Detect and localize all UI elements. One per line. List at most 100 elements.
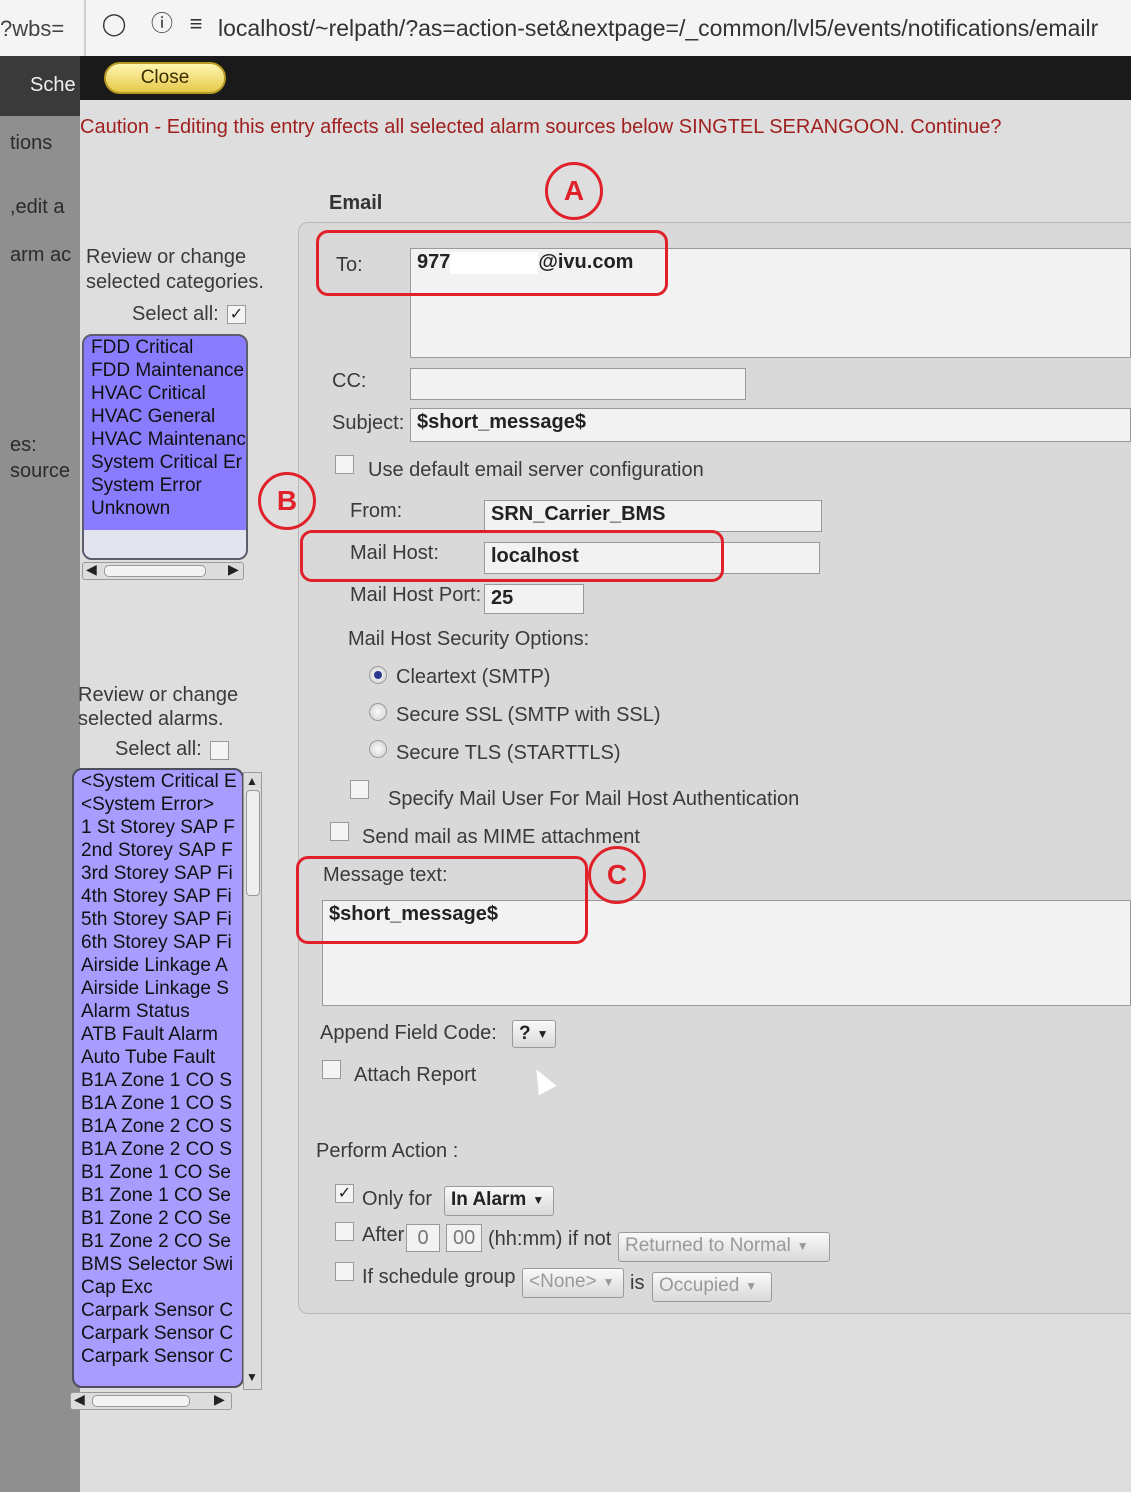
specify-mail-user-label: Specify Mail User For Mail Host Authenti… xyxy=(388,788,800,810)
category-list-item[interactable]: HVAC General xyxy=(84,405,246,428)
close-button[interactable]: Close xyxy=(104,62,226,94)
alarm-list-item[interactable]: 2nd Storey SAP F xyxy=(74,839,242,862)
alarm-list-item[interactable]: BMS Selector Swi xyxy=(74,1253,242,1276)
mail-host-port-field[interactable]: 25 xyxy=(484,584,584,614)
alarm-list-item[interactable]: B1A Zone 1 CO S xyxy=(74,1092,242,1115)
occupancy-dropdown[interactable]: Occupied ▼ xyxy=(652,1272,772,1302)
only-for-dropdown[interactable]: In Alarm ▼ xyxy=(444,1186,554,1216)
sidebar-edit-label: ,edit a xyxy=(10,196,65,218)
alarm-list-item[interactable]: B1A Zone 2 CO S xyxy=(74,1115,242,1138)
schedule-group-value: <None> xyxy=(529,1271,597,1292)
subject-field[interactable]: $short_message$ xyxy=(410,408,1131,442)
alarm-list-item[interactable]: <System Critical E xyxy=(74,770,242,793)
specify-mail-user-checkbox[interactable] xyxy=(350,780,369,799)
perform-action-label: Perform Action : xyxy=(316,1140,459,1162)
mail-host-field[interactable]: localhost xyxy=(484,542,820,574)
category-list-item[interactable]: System Error xyxy=(84,474,246,497)
address-bar[interactable]: localhost/~relpath/?as=action-set&nextpa… xyxy=(218,10,1131,46)
alarm-list-item[interactable]: Airside Linkage A xyxy=(74,954,242,977)
sidebar-es-label: es: xyxy=(10,434,37,456)
alarms-list[interactable]: <System Critical E <System Error> 1 St Sto… xyxy=(72,768,244,1388)
radio-cleartext[interactable] xyxy=(369,666,387,684)
scroll-down-arrow-icon[interactable]: ▼ xyxy=(246,1370,258,1384)
email-section-title: Email xyxy=(329,192,383,214)
scroll-up-arrow-icon[interactable]: ▲ xyxy=(246,774,258,788)
alarm-list-item[interactable]: ATB Fault Alarm xyxy=(74,1023,242,1046)
alarm-list-item[interactable]: B1 Zone 1 CO Se xyxy=(74,1161,242,1184)
alarm-list-item[interactable]: <System Error> xyxy=(74,793,242,816)
category-list-item[interactable]: HVAC Critical xyxy=(84,382,246,405)
categories-list[interactable]: FDD Critical FDD Maintenance HVAC Critical… xyxy=(82,334,248,560)
category-list-item[interactable]: HVAC Maintenance xyxy=(84,428,246,451)
alarms-title-line2: selected alarms. xyxy=(78,708,224,730)
alarm-list-item[interactable]: Cap Exc xyxy=(74,1276,242,1299)
category-list-item[interactable]: System Critical Er xyxy=(84,451,246,474)
append-field-code-dropdown[interactable]: ? ▼ xyxy=(512,1020,556,1048)
after-checkbox[interactable] xyxy=(335,1222,354,1241)
category-list-item[interactable]: FDD Maintenance xyxy=(84,359,246,382)
alarm-list-item[interactable]: 5th Storey SAP Fi xyxy=(74,908,242,931)
alarm-list-item[interactable]: 4th Storey SAP Fi xyxy=(74,885,242,908)
after-minutes-field[interactable]: 00 xyxy=(446,1224,482,1252)
only-for-checkbox[interactable]: ✓ xyxy=(335,1184,354,1203)
redacted-block xyxy=(450,251,539,274)
alarm-list-item[interactable]: Auto Tube Fault xyxy=(74,1046,242,1069)
radio-secure-ssl[interactable] xyxy=(369,703,387,721)
chevron-down-icon: ▼ xyxy=(745,1278,758,1293)
info-icon[interactable]: ⓘ xyxy=(148,10,176,38)
cc-field[interactable] xyxy=(410,368,746,400)
dialog-header-bar xyxy=(80,56,1131,100)
categories-title-line1: Review or change xyxy=(86,246,247,268)
alarms-title-line1: Review or change xyxy=(78,684,239,706)
alarm-list-item[interactable]: Airside Linkage S xyxy=(74,977,242,1000)
alarms-hscroll-thumb[interactable] xyxy=(92,1395,190,1407)
mime-attachment-checkbox[interactable] xyxy=(330,822,349,841)
return-condition-dropdown[interactable]: Returned to Normal ▼ xyxy=(618,1232,830,1262)
chevron-down-icon: ▼ xyxy=(532,1192,545,1207)
use-default-server-checkbox[interactable] xyxy=(335,455,354,474)
alarm-list-item[interactable]: Carpark Sensor C xyxy=(74,1322,242,1345)
occupancy-value: Occupied xyxy=(659,1275,740,1296)
sidebar-source-label: source xyxy=(10,460,71,482)
categories-scroll-thumb[interactable] xyxy=(104,565,206,577)
alarm-list-item[interactable]: B1 Zone 2 CO Se xyxy=(74,1207,242,1230)
alarm-list-item[interactable]: Alarm Status xyxy=(74,1000,242,1023)
message-text-area[interactable]: $short_message$ xyxy=(322,900,1131,1006)
categories-select-all-checkbox[interactable]: ✓ xyxy=(227,305,246,324)
alarm-list-item[interactable]: B1 Zone 1 CO Se xyxy=(74,1184,242,1207)
radio-secure-ssl-label: Secure SSL (SMTP with SSL) xyxy=(396,704,661,726)
append-field-code-label: Append Field Code: xyxy=(320,1022,497,1044)
category-list-item[interactable]: FDD Critical xyxy=(84,336,246,359)
cc-label: CC: xyxy=(332,370,367,392)
alarm-list-item[interactable]: B1A Zone 1 CO S xyxy=(74,1069,242,1092)
shield-icon[interactable]: ◯ xyxy=(100,10,128,38)
chevron-down-icon: ▼ xyxy=(796,1238,809,1253)
alarms-select-all-label: Select all: xyxy=(115,738,202,760)
attach-report-checkbox[interactable] xyxy=(322,1060,341,1079)
alarm-list-item[interactable]: Carpark Sensor C xyxy=(74,1299,242,1322)
after-hours-field[interactable]: 0 xyxy=(406,1224,440,1252)
from-field[interactable]: SRN_Carrier_BMS xyxy=(484,500,822,532)
alarms-scroll-thumb[interactable] xyxy=(246,790,260,896)
schedule-group-dropdown[interactable]: <None> ▼ xyxy=(522,1268,624,1298)
schedule-group-checkbox[interactable] xyxy=(335,1262,354,1281)
to-field[interactable]: 977 @ivu.com xyxy=(410,248,1131,358)
alarms-scroll-left-arrow-icon[interactable]: ◀ xyxy=(74,1391,85,1408)
left-frame xyxy=(0,56,80,1492)
alarm-list-item[interactable]: Carpark Sensor C xyxy=(74,1345,242,1368)
alarm-list-item[interactable]: 1 St Storey SAP F xyxy=(74,816,242,839)
alarms-select-all-checkbox[interactable] xyxy=(210,741,229,760)
alarm-list-item[interactable]: 6th Storey SAP Fi xyxy=(74,931,242,954)
radio-secure-tls-label: Secure TLS (STARTTLS) xyxy=(396,742,621,764)
scroll-left-arrow-icon[interactable]: ◀ xyxy=(86,561,97,578)
return-condition-value: Returned to Normal xyxy=(625,1235,791,1256)
alarms-scroll-right-arrow-icon[interactable]: ▶ xyxy=(214,1391,225,1408)
category-list-item[interactable]: Unknown xyxy=(84,497,246,520)
tab-separator xyxy=(84,0,86,56)
permissions-icon[interactable]: ≡ xyxy=(182,10,210,38)
scroll-right-arrow-icon[interactable]: ▶ xyxy=(228,561,239,578)
alarm-list-item[interactable]: B1 Zone 2 CO Se xyxy=(74,1230,242,1253)
radio-secure-tls[interactable] xyxy=(369,740,387,758)
alarm-list-item[interactable]: 3rd Storey SAP Fi xyxy=(74,862,242,885)
alarm-list-item[interactable]: B1A Zone 2 CO S xyxy=(74,1138,242,1161)
